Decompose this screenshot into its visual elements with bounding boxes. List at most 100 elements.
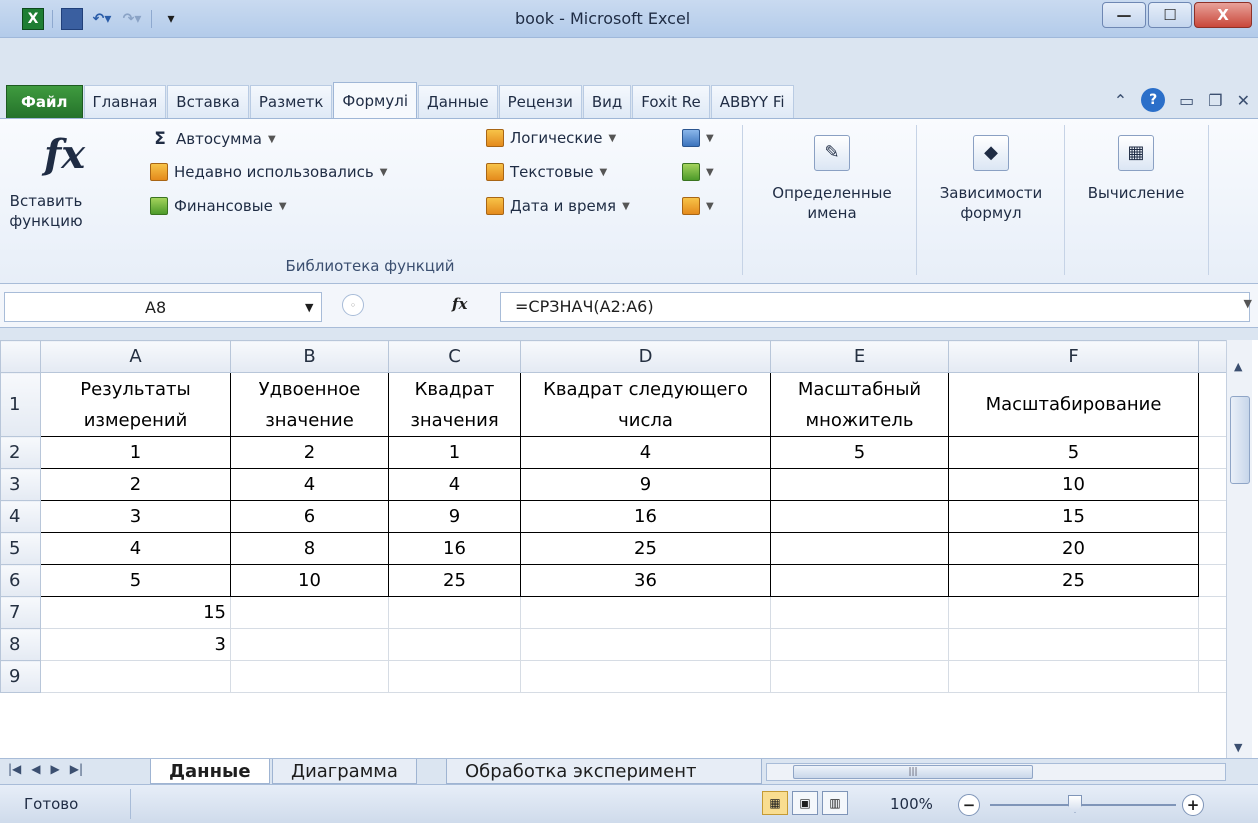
cell[interactable]: 4 xyxy=(40,532,231,565)
defined-names-button[interactable]: ✎ Определенные имена xyxy=(752,127,912,223)
cell[interactable] xyxy=(1198,628,1227,661)
insert-function-button[interactable]: Вставить функцию xyxy=(6,191,86,231)
undo-icon[interactable]: ↶▾ xyxy=(91,8,113,30)
autosum-button[interactable]: Σ Автосумма ▼ xyxy=(150,129,275,149)
cell[interactable]: 25 xyxy=(388,564,521,597)
tab-review[interactable]: Рецензи xyxy=(498,85,582,118)
close-button[interactable]: X xyxy=(1194,2,1252,28)
column-header-c[interactable]: C xyxy=(388,340,521,373)
normal-view-icon[interactable]: ▦ xyxy=(762,791,788,815)
cell[interactable] xyxy=(230,628,389,661)
horizontal-scroll-thumb[interactable]: ||| xyxy=(793,765,1033,779)
cell[interactable]: Удвоенное значение xyxy=(230,372,389,437)
page-layout-view-icon[interactable]: ▣ xyxy=(792,791,818,815)
cell[interactable]: 3 xyxy=(40,500,231,533)
scroll-down-icon[interactable]: ▼ xyxy=(1234,741,1242,754)
cell[interactable] xyxy=(520,628,771,661)
cell[interactable] xyxy=(1198,468,1227,501)
tab-insert[interactable]: Вставка xyxy=(167,85,249,118)
vertical-scroll-thumb[interactable] xyxy=(1230,396,1250,484)
datetime-button[interactable]: Дата и время ▼ xyxy=(486,197,630,215)
help-icon[interactable]: ? xyxy=(1141,88,1166,112)
zoom-out-icon[interactable]: − xyxy=(958,794,980,816)
cell[interactable] xyxy=(1198,564,1227,597)
cell[interactable] xyxy=(1198,436,1227,469)
horizontal-scrollbar[interactable]: ||| xyxy=(766,763,1226,781)
cell[interactable] xyxy=(948,596,1199,629)
cell[interactable]: 25 xyxy=(520,532,771,565)
column-header-f[interactable]: F xyxy=(948,340,1199,373)
name-box[interactable]: A8 ▼ xyxy=(4,292,322,322)
math-button[interactable]: ▼ xyxy=(682,163,714,181)
cell[interactable]: Результаты измерений xyxy=(40,372,231,437)
zoom-level[interactable]: 100% xyxy=(890,795,933,813)
cell[interactable] xyxy=(520,596,771,629)
sheet-tab-data[interactable]: Данные xyxy=(150,759,270,784)
vertical-scrollbar[interactable]: ▲ ▼ xyxy=(1226,340,1252,760)
tab-home[interactable]: Главная xyxy=(83,85,167,118)
maximize-button[interactable]: ☐ xyxy=(1148,2,1192,28)
cell[interactable] xyxy=(1198,660,1227,693)
column-header-b[interactable]: B xyxy=(230,340,389,373)
cell[interactable]: Масштабный множитель xyxy=(770,372,949,437)
cancel-icon[interactable]: ◦ xyxy=(342,294,364,316)
sheet-tab-chart[interactable]: Диаграмма xyxy=(272,759,417,784)
doc-restore-icon[interactable]: ❐ xyxy=(1208,91,1222,110)
column-header-g[interactable] xyxy=(1198,340,1227,373)
row-header[interactable]: 1 xyxy=(0,372,41,437)
cell[interactable] xyxy=(948,660,1199,693)
cell[interactable]: Квадрат следующего числа xyxy=(520,372,771,437)
cell[interactable] xyxy=(230,660,389,693)
cell[interactable]: 25 xyxy=(948,564,1199,597)
financial-button[interactable]: Финансовые ▼ xyxy=(150,197,287,215)
column-header-a[interactable]: A xyxy=(40,340,231,373)
tab-page-layout[interactable]: Разметк xyxy=(249,85,333,118)
row-header[interactable]: 3 xyxy=(0,468,41,501)
tab-file[interactable]: Файл xyxy=(6,85,83,118)
scroll-up-icon[interactable]: ▲ xyxy=(1234,360,1242,373)
prev-sheet-icon[interactable]: ◀ xyxy=(31,762,40,776)
insert-function-fx-icon[interactable]: fx xyxy=(452,295,467,313)
zoom-in-icon[interactable]: + xyxy=(1182,794,1204,816)
cell[interactable]: 10 xyxy=(948,468,1199,501)
select-all-corner[interactable] xyxy=(0,340,41,373)
cell[interactable] xyxy=(388,596,521,629)
cell[interactable] xyxy=(1198,500,1227,533)
cell[interactable]: 5 xyxy=(770,436,949,469)
calculation-button[interactable]: ▦ Вычисление xyxy=(1068,127,1204,203)
cell[interactable]: 16 xyxy=(520,500,771,533)
chevron-down-icon[interactable]: ▼ xyxy=(305,301,313,314)
cell[interactable] xyxy=(948,628,1199,661)
cell[interactable] xyxy=(388,628,521,661)
sheet-tab-processing[interactable]: Обработка эксперимент xyxy=(446,759,762,784)
cell[interactable] xyxy=(770,660,949,693)
cell[interactable]: Квадрат значения xyxy=(388,372,521,437)
cell[interactable]: 15 xyxy=(948,500,1199,533)
cell[interactable]: 5 xyxy=(948,436,1199,469)
row-header[interactable]: 2 xyxy=(0,436,41,469)
active-cell-a8[interactable]: 3 xyxy=(40,628,231,661)
cell[interactable] xyxy=(388,660,521,693)
cell[interactable] xyxy=(1198,372,1227,437)
column-header-e[interactable]: E xyxy=(770,340,949,373)
cell[interactable]: 4 xyxy=(520,436,771,469)
recent-functions-button[interactable]: Недавно использовались ▼ xyxy=(150,163,387,181)
cell[interactable]: 5 xyxy=(40,564,231,597)
cell[interactable] xyxy=(520,660,771,693)
tab-foxit[interactable]: Foxit Re xyxy=(632,85,710,118)
formula-auditing-button[interactable]: ◆ Зависимости формул xyxy=(920,127,1062,223)
zoom-slider-track[interactable] xyxy=(990,804,1176,806)
cell[interactable]: 8 xyxy=(230,532,389,565)
cell[interactable]: 20 xyxy=(948,532,1199,565)
doc-minimize-icon[interactable]: ▭ xyxy=(1179,91,1194,110)
text-functions-button[interactable]: Текстовые ▼ xyxy=(486,163,607,181)
expand-formula-bar-icon[interactable]: ▼ xyxy=(1244,297,1252,310)
cell[interactable]: 4 xyxy=(388,468,521,501)
row-header[interactable]: 9 xyxy=(0,660,41,693)
cell[interactable]: 1 xyxy=(388,436,521,469)
row-header[interactable]: 7 xyxy=(0,596,41,629)
cell[interactable] xyxy=(770,564,949,597)
formula-input[interactable]: =СРЗНАЧ(A2:A6) xyxy=(500,292,1250,322)
cell[interactable] xyxy=(770,596,949,629)
excel-logo-icon[interactable]: X xyxy=(22,8,44,30)
